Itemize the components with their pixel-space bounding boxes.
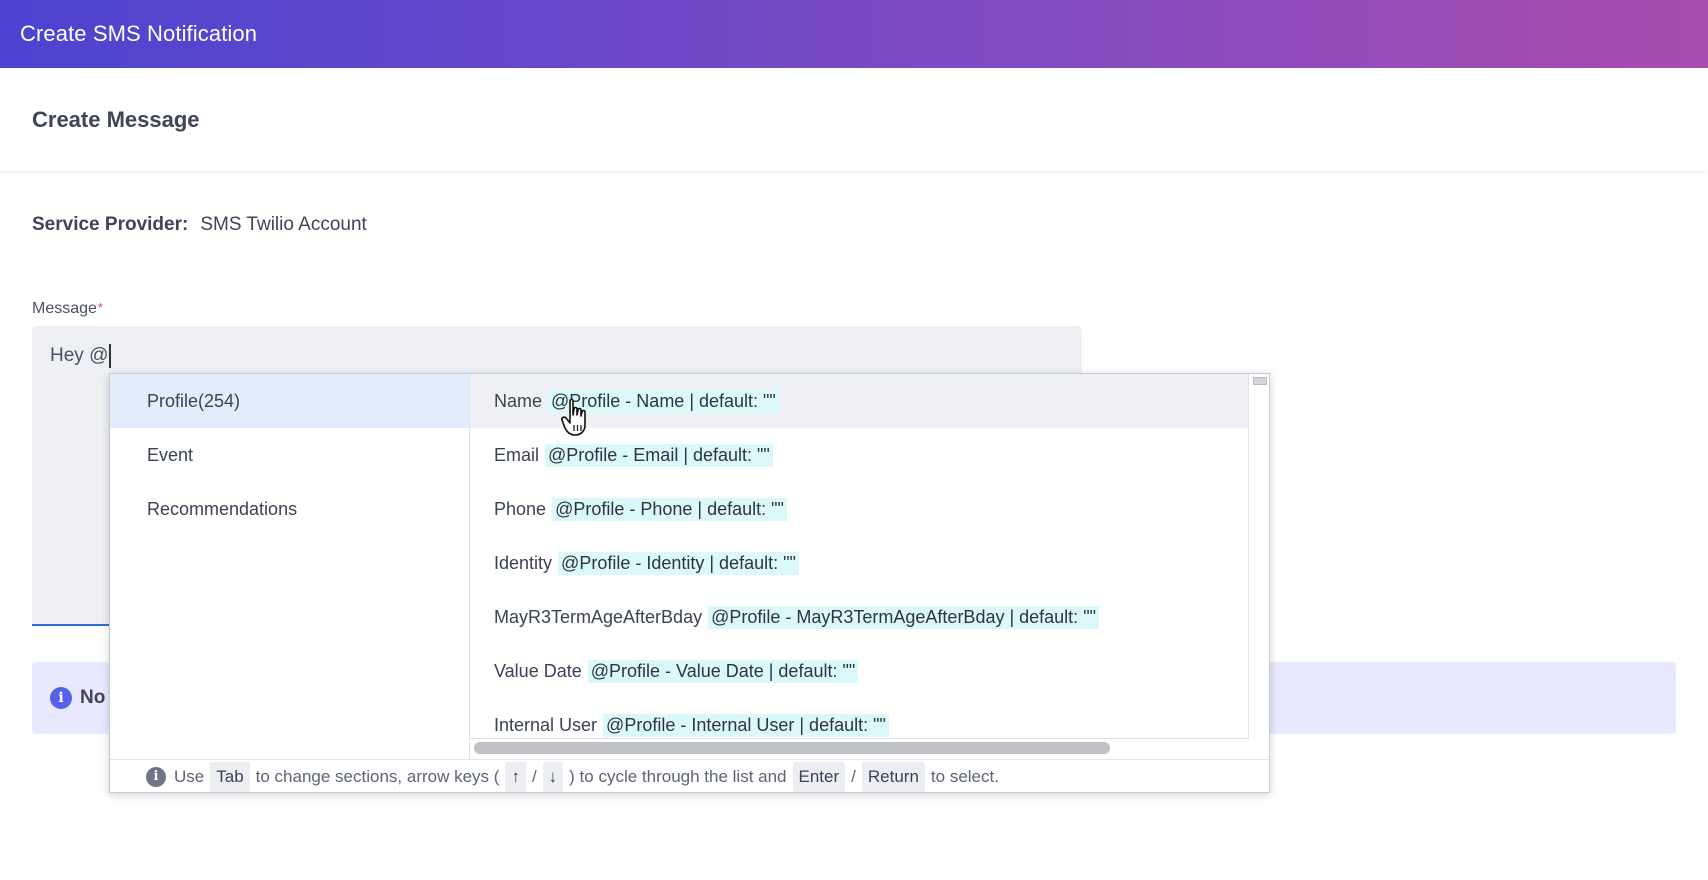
vertical-scrollbar[interactable] [1253, 377, 1267, 385]
keyboard-hint: i Use Tab to change sections, arrow keys… [110, 759, 1269, 793]
category-label: Event [147, 444, 194, 465]
category-item-recommendations[interactable]: Recommendations [110, 482, 469, 536]
category-item-profile[interactable]: Profile(254) [110, 374, 469, 428]
message-value: Hey @ [50, 345, 109, 366]
up-arrow-key: ↑ [505, 761, 526, 792]
hint-text: ) to cycle through the list and [569, 766, 787, 786]
tab-key: Tab [210, 761, 250, 792]
option-token: @Profile - Email | default: "" [545, 443, 773, 467]
option-name: Internal User [494, 714, 598, 735]
horizontal-scrollbar[interactable] [474, 742, 1110, 754]
note-text: No [80, 687, 106, 708]
service-provider-row: Service Provider: SMS Twilio Account [32, 214, 367, 236]
required-asterisk: * [97, 300, 103, 315]
option-item-value-date[interactable]: Value Date @Profile - Value Date | defau… [470, 644, 1248, 698]
hint-text: / [531, 766, 537, 786]
message-label-text: Message [32, 300, 97, 317]
option-item-internal-user[interactable]: Internal User @Profile - Internal User |… [470, 698, 1248, 738]
option-token: @Profile - Phone | default: "" [552, 497, 787, 521]
option-token: @Profile - MayR3TermAgeAfterBday | defau… [708, 605, 1099, 629]
option-token: @Profile - Internal User | default: "" [603, 713, 889, 737]
option-name: Email [494, 444, 540, 465]
info-icon: i [146, 766, 166, 787]
section-title: Create Message [32, 106, 200, 132]
option-token: @Profile - Identity | default: "" [558, 551, 799, 575]
option-token: @Profile - Value Date | default: "" [587, 659, 859, 683]
option-name: Name [494, 390, 543, 411]
message-content: Hey @ [50, 344, 112, 368]
hint-text: to change sections, arrow keys ( [255, 766, 500, 786]
down-arrow-key: ↓ [542, 761, 564, 792]
message-label: Message* [32, 300, 103, 318]
return-key: Return [861, 761, 925, 792]
category-list: Profile(254) Event Recommendations [110, 374, 470, 759]
info-icon: i [50, 687, 72, 709]
hint-text: Use [174, 766, 205, 786]
hint-text: / [851, 766, 856, 786]
personalization-dropdown: Profile(254) Event Recommendations Name … [109, 373, 1270, 793]
option-name: MayR3TermAgeAfterBday [494, 606, 703, 627]
option-name: Value Date [494, 660, 582, 681]
page-title: Create SMS Notification [20, 21, 258, 46]
hand-cursor-icon [561, 398, 586, 436]
option-item-identity[interactable]: Identity @Profile - Identity | default: … [470, 536, 1248, 590]
option-item-phone[interactable]: Phone @Profile - Phone | default: "" [470, 482, 1248, 536]
service-provider-label: Service Provider: [32, 214, 189, 235]
enter-key: Enter [792, 761, 846, 792]
app-header: Create SMS Notification [0, 0, 1708, 68]
service-provider-value: SMS Twilio Account [200, 214, 367, 235]
option-name: Identity [494, 552, 553, 573]
category-item-event[interactable]: Event [110, 428, 469, 482]
option-name: Phone [494, 498, 547, 519]
category-label: Recommendations [147, 498, 298, 519]
category-label: Profile(254) [147, 390, 241, 411]
text-caret [109, 344, 112, 368]
option-item-mayr3termageafterbday[interactable]: MayR3TermAgeAfterBday @Profile - MayR3Te… [470, 590, 1248, 644]
hint-text: to select. [930, 766, 999, 786]
section-header: Create Message [0, 68, 1708, 171]
